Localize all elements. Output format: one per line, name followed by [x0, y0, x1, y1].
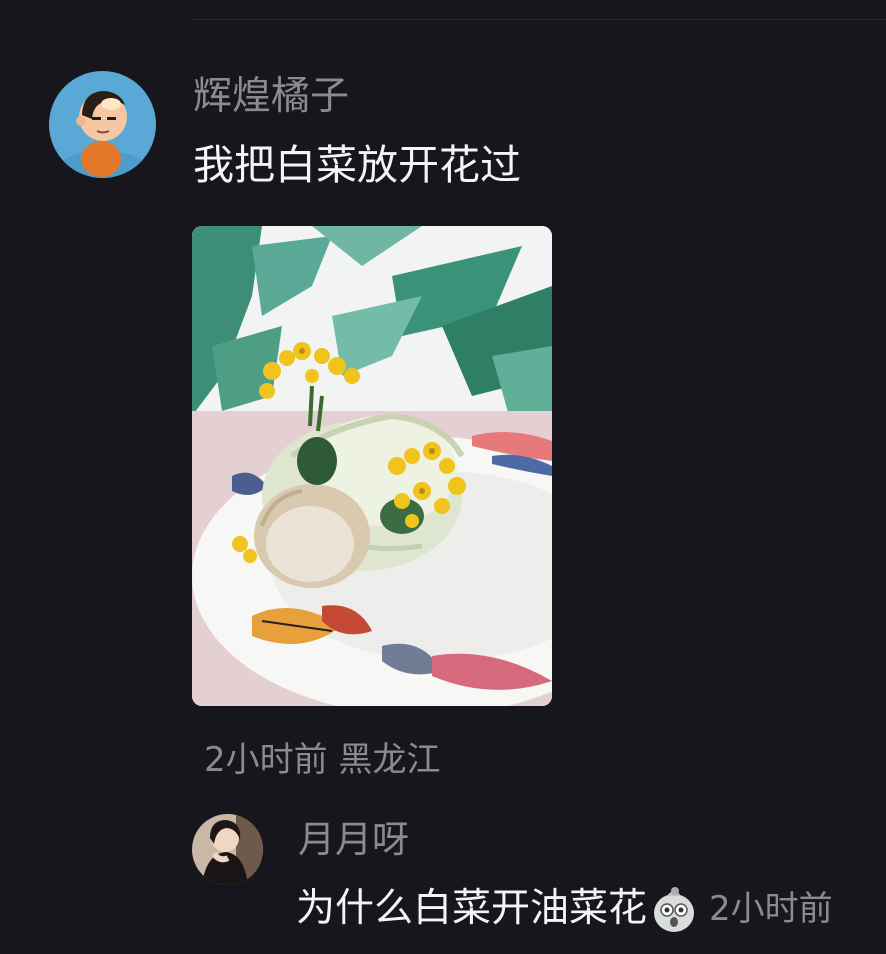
reply-text: 为什么白菜开油菜花	[296, 886, 648, 931]
shocked-face-emoji-icon	[649, 884, 699, 934]
reply-avatar[interactable]	[192, 814, 263, 885]
comment-avatar[interactable]	[49, 71, 156, 178]
comment-text: 我把白菜放开花过	[193, 141, 521, 189]
reply-content: 为什么白菜开油菜花 2小时前	[296, 884, 833, 934]
cartoon-child-avatar-icon	[49, 71, 156, 178]
comment-time: 2小时前	[204, 740, 328, 780]
comment-location: 黑龙江	[338, 740, 441, 780]
girl-photo-avatar-icon	[192, 814, 263, 885]
comment-author[interactable]: 辉煌橘子	[193, 74, 349, 120]
comment-meta: 2小时前 黑龙江	[204, 739, 440, 781]
top-divider	[192, 19, 886, 20]
reply-author[interactable]: 月月呀	[298, 818, 409, 862]
comment-image[interactable]	[192, 226, 552, 706]
cabbage-photo-image	[192, 226, 552, 706]
reply-time: 2小时前	[709, 889, 833, 929]
